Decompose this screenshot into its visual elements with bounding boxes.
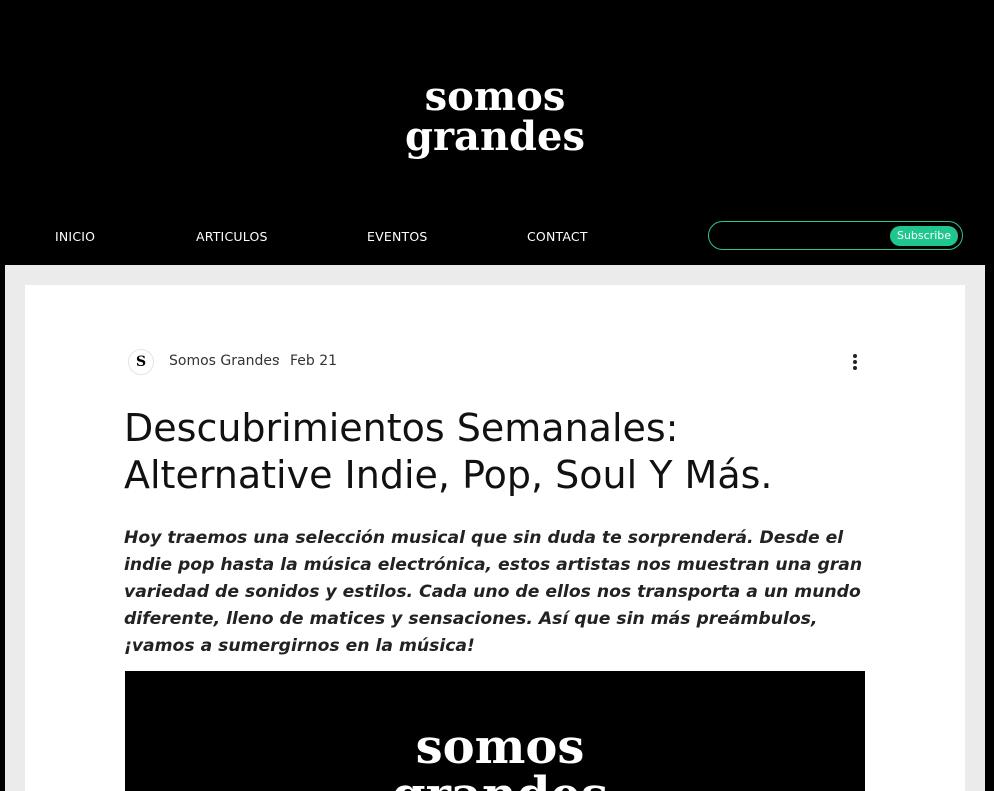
somos-grandes-logo-icon: somos grandes bbox=[405, 73, 585, 160]
post-date: Feb 21 bbox=[290, 353, 338, 369]
nav-item-inicio[interactable]: INICIO bbox=[55, 229, 95, 244]
image-logo-line-2: grandes bbox=[392, 767, 608, 791]
meta-separator: · bbox=[276, 352, 281, 368]
post-meta: S Somos Grandes · Feb 21 bbox=[125, 349, 865, 375]
avatar-glyph: S bbox=[135, 354, 147, 370]
blog-post: S Somos Grandes · Feb 21 Descubrimientos… bbox=[25, 285, 965, 791]
site-logo[interactable]: somos grandes bbox=[400, 70, 590, 162]
site-header: somos grandes INICIO ARTICULOS EVENTOS C… bbox=[0, 0, 994, 265]
author-avatar[interactable]: S bbox=[128, 349, 154, 375]
more-dot bbox=[853, 366, 857, 370]
page: somos grandes INICIO ARTICULOS EVENTOS C… bbox=[0, 0, 994, 791]
nav-item-articulos[interactable]: ARTICULOS bbox=[196, 229, 268, 244]
subscribe-email-input[interactable] bbox=[719, 226, 889, 245]
nav-item-contact[interactable]: CONTACT bbox=[527, 229, 588, 244]
post-intro: Hoy traemos una selección musical que si… bbox=[124, 528, 863, 656]
author-name[interactable]: Somos Grandes bbox=[169, 353, 279, 369]
main-nav: INICIO ARTICULOS EVENTOS CONTACT bbox=[0, 224, 700, 250]
subscribe-button[interactable]: Subscribe bbox=[890, 226, 958, 246]
post-title: Descubrimientos Semanales: Alternative I… bbox=[124, 406, 773, 497]
logo-line-2: grandes bbox=[405, 113, 585, 160]
nav-item-eventos[interactable]: EVENTOS bbox=[367, 229, 428, 244]
more-options-icon[interactable] bbox=[845, 349, 865, 375]
subscribe-form: Subscribe bbox=[708, 221, 963, 250]
more-dot bbox=[853, 354, 857, 358]
post-hero-image[interactable]: somos grandes bbox=[125, 671, 865, 791]
more-dot bbox=[853, 360, 857, 364]
image-logo-icon: somos grandes bbox=[392, 719, 608, 791]
